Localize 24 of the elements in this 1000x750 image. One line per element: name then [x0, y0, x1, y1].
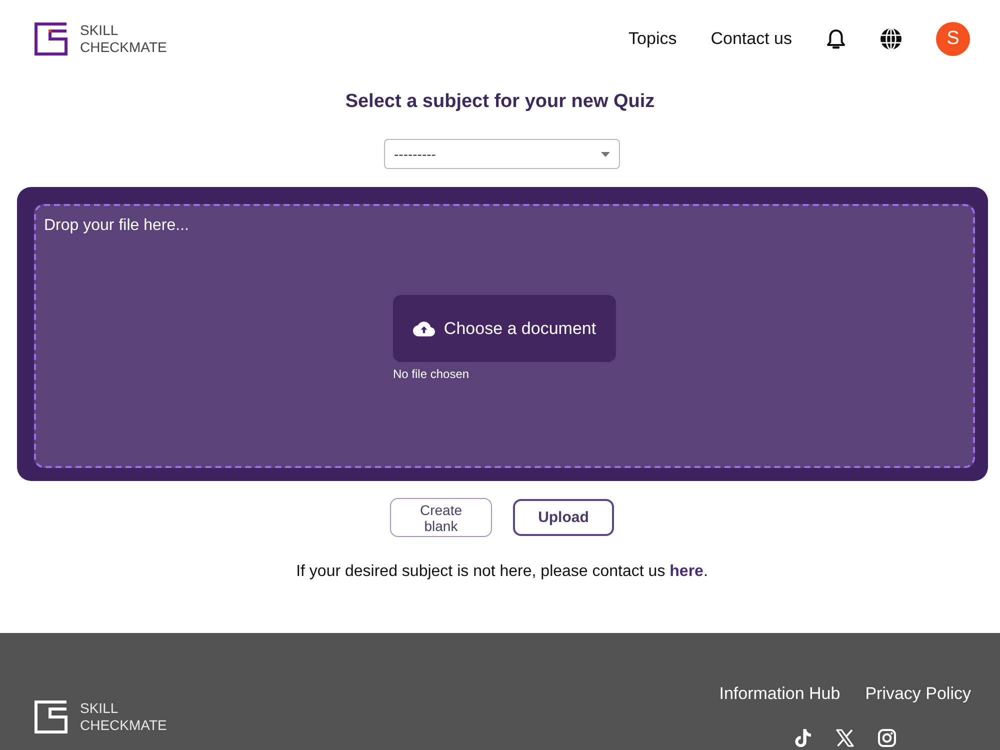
nav-link[interactable]: Contact us [710, 29, 792, 49]
nav-link[interactable]: Topics [628, 29, 677, 49]
x-icon[interactable] [836, 729, 854, 747]
logo-icon[interactable] [34, 22, 69, 56]
drop-hint: Drop your file here... [44, 216, 189, 235]
upload-icon [412, 320, 435, 336]
camera-icon[interactable] [878, 729, 896, 747]
contact-link[interactable]: here [670, 563, 704, 580]
globe-icon[interactable] [880, 28, 902, 50]
create-blank-button[interactable]: Create blank [390, 498, 492, 537]
file-status: No file chosen [393, 367, 470, 381]
notifications-bell-icon[interactable] [826, 28, 846, 50]
brand-name: SKILL CHECKMATE [80, 22, 167, 56]
footer-link[interactable]: Privacy Policy [865, 684, 971, 704]
upload-button[interactable]: Upload [512, 499, 614, 536]
file-drop-area[interactable]: Drop your file here... Choose a document No file chosen [34, 204, 975, 468]
brand-name: SKILL CHECKMATE [80, 700, 167, 734]
footer-link[interactable]: Information Hub [719, 684, 840, 704]
subject-select[interactable]: --------- [384, 139, 620, 169]
music-note-icon[interactable] [794, 729, 812, 747]
caret-icon [601, 152, 610, 156]
choose-document-button[interactable]: Choose a document [393, 295, 616, 362]
contact-note: If your desired subject is not here, please contact us here. [296, 562, 708, 581]
page-title: Select a subject for your new Quiz [345, 91, 655, 113]
